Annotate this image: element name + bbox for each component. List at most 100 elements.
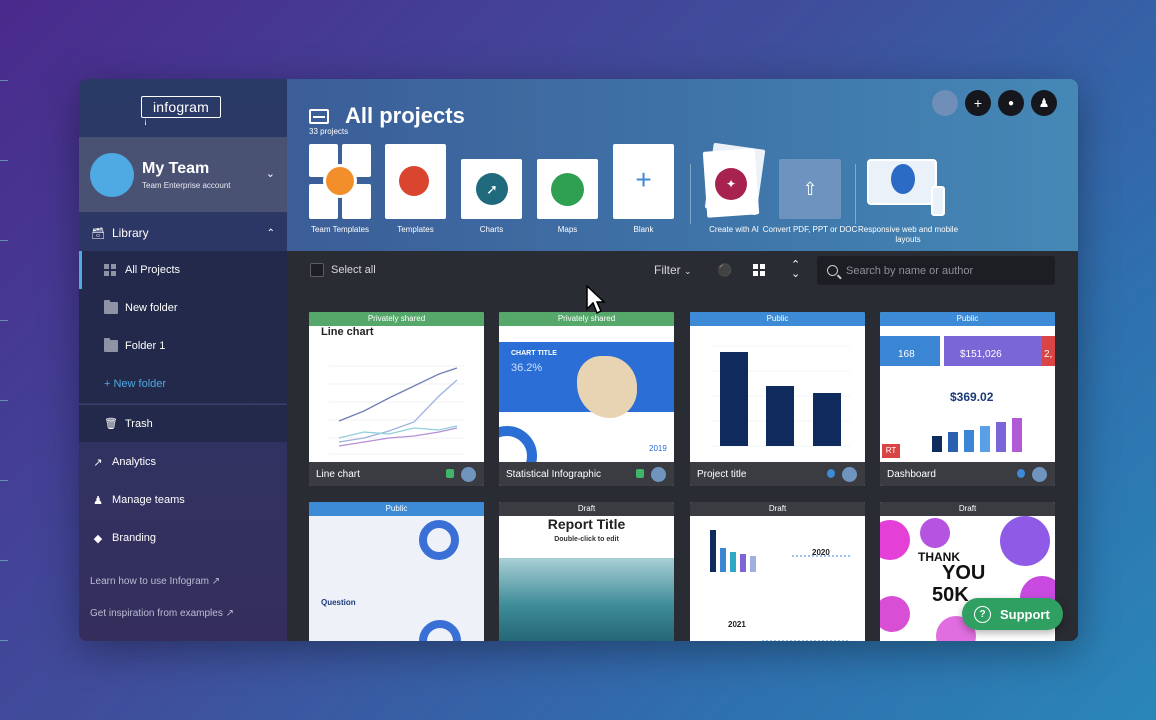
thumbnail-number: 36.2% <box>511 362 543 374</box>
project-card[interactable]: Public 168 $151,026 2, $369.02 RT Dashbo… <box>880 312 1055 486</box>
rt-badge: RT <box>882 444 900 458</box>
page-title: All projects <box>345 103 465 128</box>
create-folder-label: + New folder <box>104 378 167 390</box>
select-all-label[interactable]: Select all <box>331 264 376 276</box>
sharing-badge: Public <box>690 312 865 326</box>
external-link-icon: ↗ <box>211 576 221 587</box>
library-icon: 🗃 <box>91 227 105 240</box>
team-templates-icon <box>323 164 357 198</box>
thumbnail-title: CHART TITLE <box>511 350 557 357</box>
sharing-badge: Public <box>880 312 1055 326</box>
project-card[interactable]: Public Project title <box>690 312 865 486</box>
grid-icon <box>104 264 118 276</box>
globe-icon <box>1017 469 1025 478</box>
convert-document-button[interactable]: ⇧ Convert PDF, PPT or DOC <box>763 144 857 234</box>
create-folder-link[interactable]: + New folder <box>79 365 287 403</box>
app-window: infogram My Team Team Enterprise account… <box>79 79 1078 641</box>
sidebar-item-manage-teams[interactable]: ♟ Manage teams <box>79 482 287 518</box>
people-icon: ♟ <box>93 494 103 507</box>
chevron-up-icon: ⌃ <box>266 227 275 239</box>
plus-icon: + <box>635 164 652 195</box>
maps-button[interactable]: Maps <box>537 144 598 234</box>
project-thumbnail <box>690 326 865 462</box>
sidebar-item-new-folder[interactable]: New folder <box>79 289 287 327</box>
divider <box>690 164 691 224</box>
divider <box>855 164 856 224</box>
branding-label: Branding <box>112 532 157 544</box>
grid-view-icon[interactable] <box>753 264 765 276</box>
timeline-year: 2020 <box>812 548 830 557</box>
sidebar-item-label: Folder 1 <box>125 340 166 352</box>
projects-toolbar: Select all Filter ⌄ ⚫ ⌃ ⌄ <box>287 251 1078 291</box>
help-link-learn[interactable]: Learn how to use Infogram ↗ <box>90 576 220 587</box>
project-card[interactable]: Draft Report Title Double-click to edit <box>499 502 674 641</box>
sidebar-item-label: New folder <box>125 302 178 314</box>
create-with-ai-button[interactable]: ✦ Create with AI <box>702 142 766 234</box>
blank-button[interactable]: + Blank <box>613 144 674 234</box>
sidebar-item-folder-1[interactable]: Folder 1 <box>79 327 287 365</box>
project-footer: Line chart <box>309 462 484 486</box>
sharing-badge: Public <box>309 502 484 516</box>
team-templates-button[interactable]: Team Templates <box>309 144 371 234</box>
sort-icon[interactable]: ⌃ ⌄ <box>791 260 800 280</box>
folder-icon <box>104 300 118 314</box>
mobile-frame <box>931 186 945 216</box>
blob-shape <box>880 596 910 632</box>
project-card[interactable]: Privately shared Line chart Line chart <box>309 312 484 486</box>
templates-button[interactable]: Templates <box>385 144 446 234</box>
project-card[interactable]: Draft 2020 2021 <box>690 502 865 641</box>
project-thumbnail: Report Title Double-click to edit <box>499 516 674 641</box>
tag-icon[interactable]: ⚫ <box>717 263 732 277</box>
logo-text: infogram <box>141 96 221 118</box>
add-button[interactable]: + <box>965 90 991 116</box>
search-input[interactable] <box>846 264 1036 277</box>
filter-dropdown[interactable]: Filter ⌄ <box>654 263 692 277</box>
charts-button[interactable]: ➚ Charts <box>461 144 522 234</box>
sharing-badge: Privately shared <box>309 312 484 326</box>
project-card[interactable]: Privately shared CHART TITLE 36.2% 2019 … <box>499 312 674 486</box>
inbox-icon <box>309 108 329 124</box>
help-link-inspiration[interactable]: Get inspiration from examples ↗ <box>90 608 234 619</box>
blob-shape <box>920 518 950 548</box>
team-switcher[interactable]: My Team Team Enterprise account ⌄ <box>79 137 287 212</box>
sidebar-item-branding[interactable]: ◆ Branding <box>79 520 287 556</box>
cube-icon: ◆ <box>93 532 103 545</box>
lock-icon <box>636 469 644 478</box>
lock-icon <box>446 469 454 478</box>
blob-shape <box>1000 516 1050 566</box>
thumbnail-year: 2019 <box>649 444 667 453</box>
trash-label: Trash <box>125 417 153 430</box>
trash-icon: 🗑 <box>104 418 118 430</box>
presence-avatar <box>932 90 958 116</box>
support-label: Support <box>1000 606 1050 622</box>
infogram-logo[interactable]: infogram <box>141 94 223 125</box>
project-title: Statistical Infographic <box>506 468 602 480</box>
template-label: Responsive web and mobile layouts <box>857 225 959 244</box>
team-name: My Team <box>142 159 210 177</box>
owner-avatar <box>1032 467 1047 482</box>
globe-icon <box>827 469 835 478</box>
profile-button[interactable]: ♟ <box>1031 90 1057 116</box>
sidebar-item-analytics[interactable]: ↗ Analytics <box>79 444 287 480</box>
team-avatar <box>90 152 134 197</box>
project-thumbnail: Line chart <box>309 326 484 462</box>
support-button[interactable]: ? Support <box>962 598 1063 630</box>
chevron-down-icon: ⌄ <box>265 168 275 180</box>
sidebar-item-trash[interactable]: 🗑 Trash <box>79 404 287 442</box>
thank-you-line: YOU <box>942 562 986 584</box>
library-toggle[interactable]: 🗃 Library ⌃ <box>79 215 287 251</box>
sidebar-item-all-projects[interactable]: All Projects <box>79 251 287 289</box>
project-thumbnail: 2020 2021 <box>690 516 865 641</box>
mouse-cursor-icon <box>586 285 606 315</box>
owner-avatar <box>651 467 666 482</box>
templates-icon <box>399 166 429 196</box>
project-title: Dashboard <box>887 468 936 480</box>
project-count: 33 projects <box>309 127 349 136</box>
project-card[interactable]: Public Question <box>309 502 484 641</box>
sidebar-item-label: All Projects <box>125 264 181 276</box>
responsive-layouts-button[interactable]: Responsive web and mobile layouts <box>858 144 958 244</box>
select-all-checkbox[interactable] <box>310 263 324 277</box>
thumbnail-title: Report Title <box>547 516 626 532</box>
notifications-button[interactable]: ● <box>998 90 1024 116</box>
donut-shape <box>419 520 459 560</box>
